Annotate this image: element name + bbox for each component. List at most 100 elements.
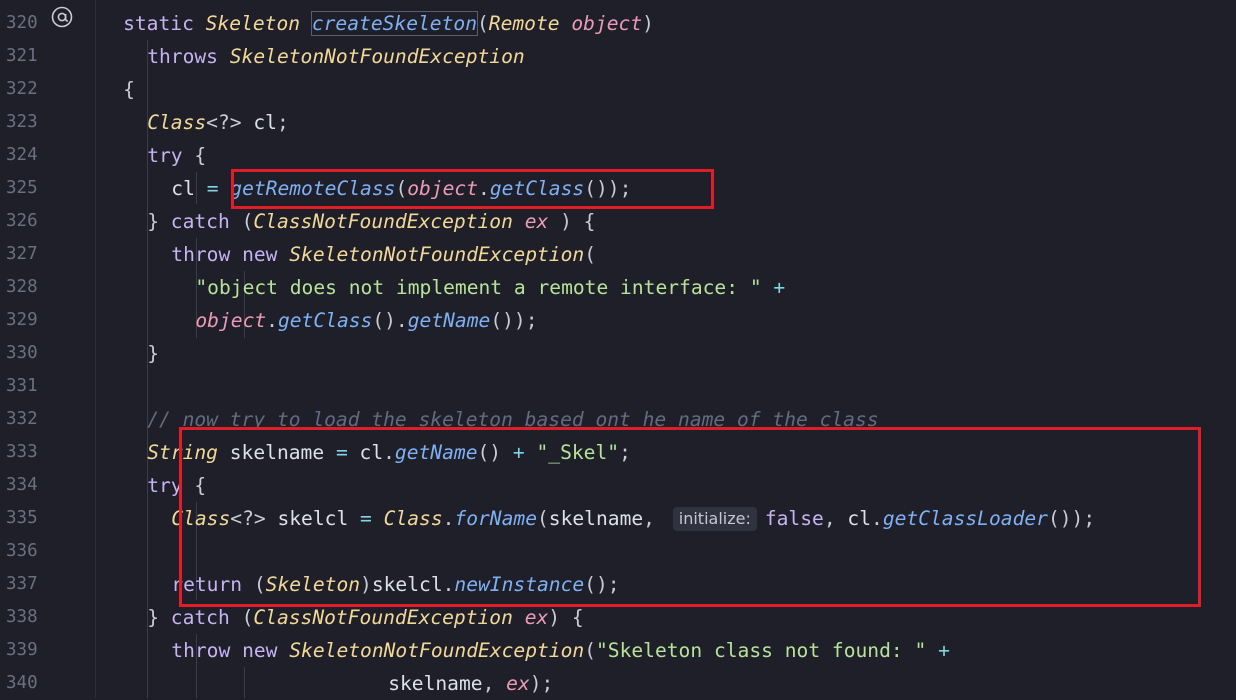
code-token: Class [383, 507, 443, 530]
code-token: . [266, 309, 278, 332]
line-number: 336 [6, 541, 38, 561]
code-token: "Skeleton class not found: " [595, 639, 939, 662]
code-text: throw new SkeletonNotFoundException( [171, 238, 596, 271]
code-token: Class [171, 507, 231, 530]
code-token: } [147, 606, 171, 629]
code-token: Class [147, 111, 207, 134]
code-text: throw new SkeletonNotFoundException("Ske… [171, 634, 950, 667]
code-line[interactable]: 324 try { [0, 139, 1236, 172]
code-token: getName [407, 309, 491, 332]
line-number: 322 [6, 79, 38, 99]
code-token: ( [584, 243, 596, 266]
code-line[interactable]: 333 String skelname = cl.getName() + "_Sk… [0, 436, 1236, 469]
code-token: skelcl [371, 573, 443, 596]
line-number: 331 [6, 376, 38, 396]
code-line[interactable]: 323 Class<?> cl; [0, 106, 1236, 139]
code-text: try { [147, 139, 206, 172]
code-token: getClassLoader [882, 507, 1048, 530]
code-token: ; [619, 441, 631, 464]
code-token: { [194, 144, 207, 167]
line-number: 329 [6, 310, 38, 330]
code-token: object [571, 12, 643, 35]
code-line[interactable]: 332 // now try to load the skeleton based… [0, 403, 1236, 436]
code-line[interactable]: 327 throw new SkeletonNotFoundException( [0, 238, 1236, 271]
code-token: ( [241, 606, 254, 629]
code-token: forName [454, 507, 537, 530]
line-number: 327 [6, 244, 38, 264]
line-number: 323 [6, 112, 38, 132]
code-text: } catch (ClassNotFoundException ex ) { [147, 205, 595, 238]
code-token: } [147, 210, 171, 233]
code-token: // now try to load the skeleton based on… [147, 408, 879, 431]
code-text: String skelname = cl.getName() + "_Skel"… [147, 436, 631, 469]
code-line[interactable]: 334 try { [0, 469, 1236, 502]
code-token: cl [253, 111, 277, 134]
code-line[interactable]: 331 [0, 370, 1236, 403]
line-number: 320 [6, 13, 38, 33]
code-text: object.getClass().getName()); [195, 304, 537, 337]
code-token: throw new [171, 639, 290, 662]
code-line[interactable]: 326} catch (ClassNotFoundException ex ) … [0, 205, 1236, 238]
code-line[interactable]: 338} catch (ClassNotFoundException ex) { [0, 601, 1236, 634]
code-token: ( [477, 12, 489, 35]
code-line[interactable]: 321 throws SkeletonNotFoundException [0, 40, 1236, 73]
code-line[interactable]: 340 skelname, ex); [0, 667, 1236, 700]
code-token: cl [171, 177, 207, 200]
code-text: "object does not implement a remote inte… [195, 271, 785, 304]
line-number: 324 [6, 145, 38, 165]
code-token: "object does not implement a remote inte… [195, 276, 774, 299]
code-token: <?> [230, 507, 278, 530]
code-token: catch [170, 210, 242, 233]
code-line[interactable]: 336 [0, 535, 1236, 568]
code-line[interactable]: 330} [0, 337, 1236, 370]
code-token: skelname [229, 441, 336, 464]
code-token: ()); [490, 309, 538, 332]
code-token: + [773, 276, 786, 299]
code-token: getClass [489, 177, 585, 200]
code-editor[interactable]: 320 static Skeleton createSkeleton(Remote… [0, 0, 1236, 698]
line-number: 332 [6, 409, 38, 429]
code-token: skelname [548, 507, 644, 530]
code-token: ) [642, 12, 654, 35]
code-token: ex [524, 210, 549, 233]
code-line[interactable]: 325 cl = getRemoteClass(object.getClass()… [0, 172, 1236, 205]
code-line[interactable]: 320 static Skeleton createSkeleton(Remote… [0, 7, 1236, 40]
code-token: SkeletonNotFoundException [229, 45, 525, 68]
code-token: cl [847, 507, 872, 530]
code-token: ( [584, 639, 596, 662]
code-token: Skeleton [205, 12, 312, 35]
code-token: false [764, 507, 824, 530]
code-token: newInstance [454, 573, 585, 596]
code-token: getName [394, 441, 478, 464]
line-number: 339 [6, 640, 38, 660]
line-number: 333 [6, 442, 38, 462]
code-line[interactable]: 322 { [0, 73, 1236, 106]
code-line[interactable]: 329 object.getClass().getName()); [0, 304, 1236, 337]
parameter-hint: initialize: [672, 507, 757, 531]
line-number: 340 [6, 673, 38, 693]
code-line[interactable]: 328 "object does not implement a remote i… [0, 271, 1236, 304]
code-token: ); [529, 672, 554, 695]
code-token: = [206, 177, 231, 200]
code-token: = [335, 441, 360, 464]
code-token: ) { [548, 606, 584, 629]
code-token: . [871, 507, 883, 530]
line-number: 330 [6, 343, 38, 363]
code-token: . [478, 177, 490, 200]
code-token: cl [359, 441, 384, 464]
code-line[interactable]: 339 throw new SkeletonNotFoundException("… [0, 634, 1236, 667]
line-number: 337 [6, 574, 38, 594]
code-token: catch [170, 606, 242, 629]
code-line[interactable]: 335 Class<?> skelcl = Class.forName(skeln… [0, 502, 1236, 535]
code-text: throws SkeletonNotFoundException [147, 40, 525, 73]
code-token: SkeletonNotFoundException [289, 639, 585, 662]
code-text: // now try to load the skeleton based on… [147, 403, 878, 436]
code-token: "_Skel" [536, 441, 620, 464]
code-token: () [477, 441, 513, 464]
code-token: ex [524, 606, 549, 629]
line-number: 335 [6, 508, 38, 528]
code-line[interactable]: 337 return (Skeleton)skelcl.newInstance()… [0, 568, 1236, 601]
code-text: Class<?> skelcl = Class.forName(skelname… [171, 502, 1095, 535]
code-token: ClassNotFoundException [253, 210, 525, 233]
code-token: (); [584, 573, 620, 596]
